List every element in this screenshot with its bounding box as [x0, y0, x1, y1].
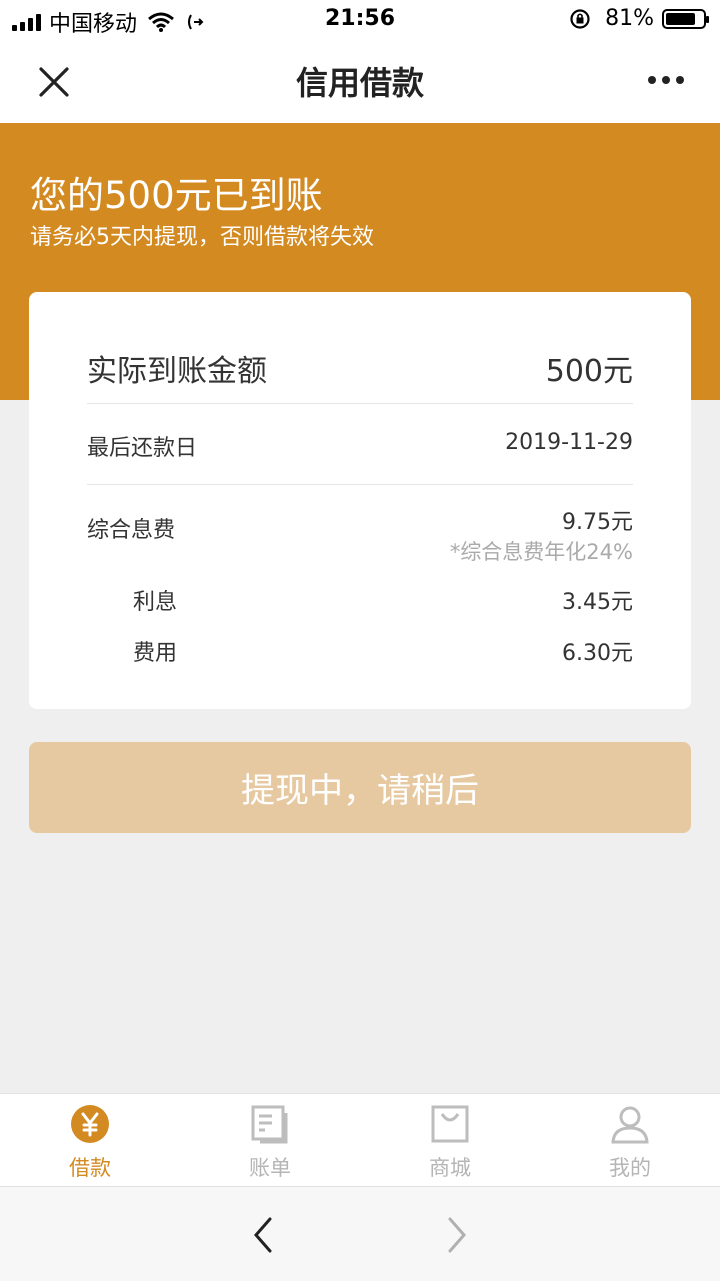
- banner-title: 您的500元已到账: [30, 174, 323, 217]
- user-icon: [611, 1106, 649, 1144]
- forward-chevron-icon: [448, 1217, 466, 1253]
- total-fee-row: 综合息费 9.75元 *综合息费年化24%: [87, 510, 633, 570]
- received-amount-label: 实际到账金额: [87, 354, 267, 389]
- browser-nav-bar: [0, 1186, 720, 1281]
- tab-label: 我的: [609, 1156, 651, 1180]
- tab-profile[interactable]: 我的: [540, 1094, 720, 1187]
- received-amount-value: 500元: [545, 354, 633, 389]
- yen-icon: [71, 1105, 109, 1143]
- status-right: 81%: [569, 6, 709, 31]
- battery-percent: 81%: [605, 6, 654, 31]
- tab-loan[interactable]: 借款: [0, 1094, 180, 1187]
- shopping-bag-icon: [431, 1105, 469, 1143]
- due-date-label: 最后还款日: [87, 436, 198, 461]
- total-fee-note: *综合息费年化24%: [449, 540, 633, 564]
- tab-mall[interactable]: 商城: [360, 1094, 540, 1187]
- battery-icon: [662, 8, 709, 29]
- fee-row: 费用 6.30元: [87, 635, 633, 666]
- due-date-value: 2019-11-29: [505, 430, 633, 455]
- divider: [87, 484, 633, 485]
- bill-icon: [251, 1105, 288, 1144]
- total-fee-label: 综合息费: [87, 518, 176, 543]
- page-title: 信用借款: [295, 64, 424, 102]
- due-date-row: 最后还款日 2019-11-29: [87, 430, 633, 461]
- back-chevron-icon[interactable]: [250, 1215, 280, 1255]
- nav-bar: 信用借款: [0, 40, 720, 123]
- interest-row: 利息 3.45元: [87, 584, 633, 615]
- more-icon[interactable]: [648, 76, 684, 84]
- banner-subtitle: 请务必5天内提现，否则借款将失效: [30, 225, 374, 250]
- tab-bar: 借款 账单 商城 我的: [0, 1093, 720, 1187]
- interest-value: 3.45元: [562, 590, 633, 615]
- fee-label: 费用: [133, 641, 178, 666]
- tab-label: 借款: [69, 1156, 111, 1180]
- interest-label: 利息: [133, 590, 178, 615]
- tab-label: 商城: [429, 1156, 471, 1180]
- loan-summary-card: 实际到账金额 500元 最后还款日 2019-11-29 综合息费 9.75元 …: [29, 292, 691, 709]
- divider: [87, 403, 633, 404]
- withdraw-button[interactable]: 提现中，请稍后: [29, 742, 691, 833]
- status-bar: 中国移动 21:56 81%: [0, 0, 720, 40]
- fee-value: 6.30元: [562, 641, 633, 666]
- total-fee-value: 9.75元: [562, 510, 633, 535]
- rotation-lock-icon: [570, 8, 590, 29]
- tab-label: 账单: [249, 1156, 291, 1180]
- received-amount-row: 实际到账金额 500元: [87, 346, 633, 389]
- tab-bill[interactable]: 账单: [180, 1094, 360, 1187]
